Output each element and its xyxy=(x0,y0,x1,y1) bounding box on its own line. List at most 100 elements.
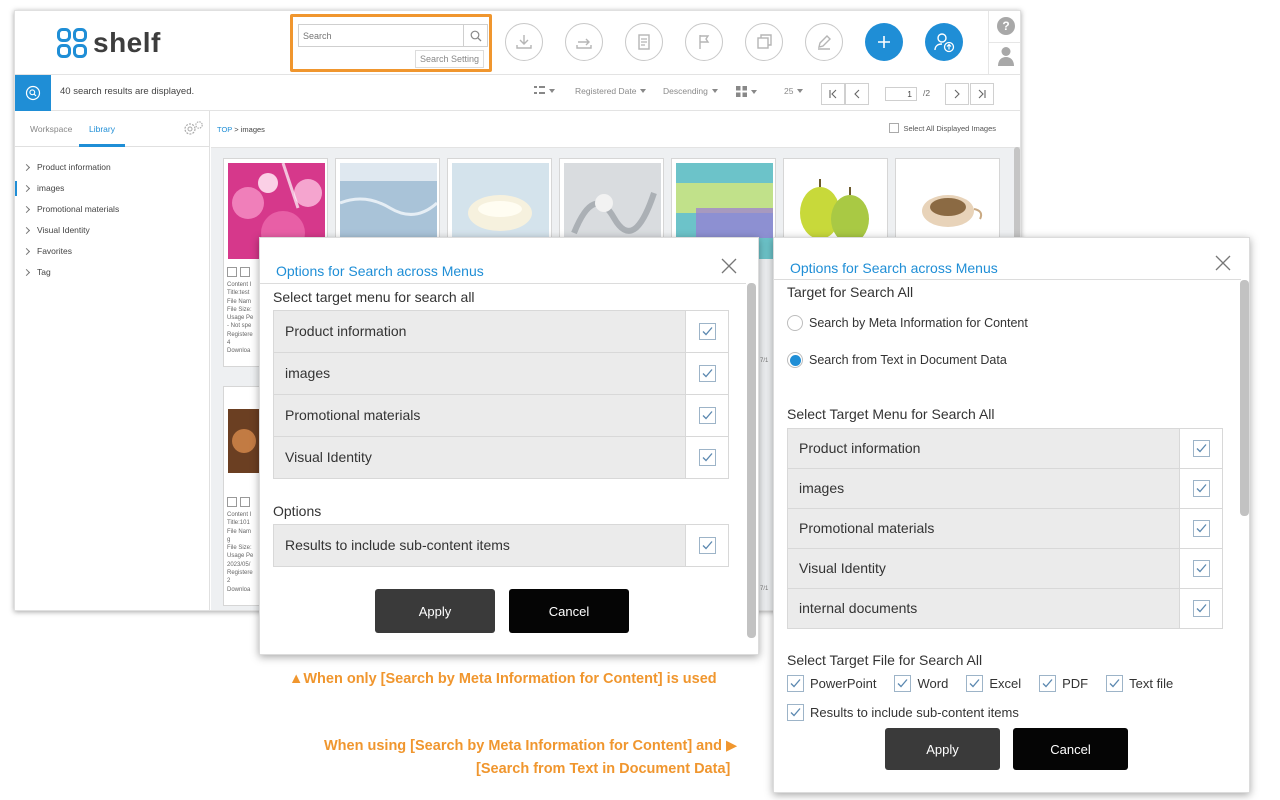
checkbox-product-information[interactable] xyxy=(698,323,716,340)
checkbox-word[interactable] xyxy=(894,675,912,692)
card-preview-checkbox[interactable] xyxy=(240,497,250,507)
tab-workspace[interactable]: Workspace xyxy=(30,124,72,134)
help-icon[interactable]: ? xyxy=(997,17,1015,35)
card-checkboxes xyxy=(227,267,250,277)
content-card[interactable] xyxy=(559,158,664,259)
select-all-checkbox[interactable] xyxy=(889,123,900,133)
select-all-control[interactable]: Select All Displayed Images xyxy=(889,123,996,133)
checkbox-include-sub-content[interactable] xyxy=(787,704,804,721)
document-button[interactable] xyxy=(625,23,663,61)
flag-button[interactable] xyxy=(685,23,723,61)
search-button[interactable] xyxy=(464,24,488,47)
check-icon xyxy=(702,369,712,378)
content-card[interactable] xyxy=(671,158,776,259)
view-mode-dropdown[interactable] xyxy=(736,86,757,97)
logo[interactable]: shelf xyxy=(57,27,161,59)
check-icon xyxy=(790,679,801,688)
chevron-right-icon xyxy=(22,163,31,172)
divider xyxy=(774,279,1241,280)
dialog-scrollbar[interactable] xyxy=(747,283,756,638)
checkbox-pdf[interactable] xyxy=(1039,675,1057,692)
checkbox-promotional-materials[interactable] xyxy=(1192,520,1210,537)
sidebar-item-promotional-materials[interactable]: Promotional materials xyxy=(15,199,210,220)
content-card[interactable] xyxy=(335,158,440,259)
content-card[interactable] xyxy=(895,158,1000,259)
first-page-button[interactable] xyxy=(821,83,845,105)
tab-library[interactable]: Library xyxy=(89,124,115,134)
apply-button[interactable]: Apply xyxy=(375,589,495,633)
checkbox-visual-identity[interactable] xyxy=(698,449,716,466)
card-checkbox[interactable] xyxy=(227,497,237,507)
chevron-left-icon xyxy=(854,89,860,99)
close-icon[interactable] xyxy=(1214,254,1232,272)
search-setting-button[interactable]: Search Setting xyxy=(414,50,484,68)
results-search-button[interactable] xyxy=(15,75,51,111)
list-icon xyxy=(534,86,545,94)
checkbox-visual-identity[interactable] xyxy=(1192,560,1210,577)
radio-button-selected[interactable] xyxy=(787,352,803,368)
edit-button[interactable] xyxy=(805,23,843,61)
gear-icon[interactable] xyxy=(182,120,204,136)
checkbox-promotional-materials[interactable] xyxy=(698,407,716,424)
meta-line: Downloa xyxy=(227,586,251,593)
sort-order-dropdown[interactable]: Descending xyxy=(663,86,718,96)
per-page-dropdown[interactable]: 25 xyxy=(784,86,804,96)
sidebar-item-visual-identity[interactable]: Visual Identity xyxy=(15,220,210,241)
file-type-powerpoint[interactable]: PowerPoint xyxy=(787,675,876,692)
sort-field-dropdown[interactable]: Registered Date xyxy=(575,86,647,96)
menu-option-label: internal documents xyxy=(799,600,918,616)
checkbox-internal-documents[interactable] xyxy=(1192,600,1210,617)
last-page-button[interactable] xyxy=(970,83,994,105)
apply-button[interactable]: Apply xyxy=(885,728,1000,770)
sidebar: Workspace Library Product information im… xyxy=(15,111,210,610)
meta-line: File Nam xyxy=(227,528,252,535)
next-page-button[interactable] xyxy=(945,83,969,105)
cancel-button[interactable]: Cancel xyxy=(509,589,629,633)
meta-line: - Not spe xyxy=(227,323,252,330)
close-icon[interactable] xyxy=(720,257,738,275)
checkbox-text-file[interactable] xyxy=(1106,675,1124,692)
include-sub-content-option[interactable]: Results to include sub-content items xyxy=(787,704,1019,721)
dialog-scrollbar[interactable] xyxy=(1240,280,1249,516)
check-icon xyxy=(1196,524,1206,533)
move-button[interactable] xyxy=(565,23,603,61)
checkbox-product-information[interactable] xyxy=(1192,440,1210,457)
chevron-right-icon xyxy=(22,184,31,193)
search-options-dialog-fulltext: Options for Search across Menus Target f… xyxy=(773,237,1250,793)
card-date: 7/1 xyxy=(760,586,769,592)
sidebar-item-label: Tag xyxy=(37,267,51,277)
file-type-pdf[interactable]: PDF xyxy=(1039,675,1088,692)
radio-button[interactable] xyxy=(787,315,803,331)
radio-document-text[interactable]: Search from Text in Document Data xyxy=(787,352,1007,368)
download-button[interactable] xyxy=(505,23,543,61)
content-card[interactable] xyxy=(447,158,552,259)
cancel-button[interactable]: Cancel xyxy=(1013,728,1128,770)
sidebar-item-tag[interactable]: Tag xyxy=(15,262,210,283)
user-icon[interactable] xyxy=(998,46,1014,66)
card-preview-checkbox[interactable] xyxy=(240,267,250,277)
sidebar-item-product-information[interactable]: Product information xyxy=(15,157,210,178)
meta-line: Usage Pe xyxy=(227,315,254,322)
prev-page-button[interactable] xyxy=(845,83,869,105)
content-card[interactable] xyxy=(783,158,888,259)
checkbox-include-sub-content[interactable] xyxy=(698,537,716,554)
checkbox-powerpoint[interactable] xyxy=(787,675,804,692)
checkbox-images[interactable] xyxy=(698,365,716,382)
sidebar-item-favorites[interactable]: Favorites xyxy=(15,241,210,262)
checkbox-images[interactable] xyxy=(1192,480,1210,497)
page-number-input[interactable] xyxy=(885,87,917,101)
file-type-word[interactable]: Word xyxy=(894,675,948,692)
list-options-dropdown[interactable] xyxy=(534,86,555,95)
checkbox-excel[interactable] xyxy=(966,675,984,692)
copy-button[interactable] xyxy=(745,23,783,61)
radio-meta-information[interactable]: Search by Meta Information for Content xyxy=(787,315,1028,331)
file-type-excel[interactable]: Excel xyxy=(966,675,1021,692)
search-input[interactable] xyxy=(298,24,464,47)
add-button[interactable] xyxy=(865,23,903,61)
user-upload-button[interactable] xyxy=(925,23,963,61)
copy-icon xyxy=(757,34,772,49)
sidebar-item-images[interactable]: images xyxy=(15,178,210,199)
card-checkbox[interactable] xyxy=(227,267,237,277)
breadcrumb-top-link[interactable]: TOP xyxy=(217,125,232,134)
file-type-text[interactable]: Text file xyxy=(1106,675,1173,692)
